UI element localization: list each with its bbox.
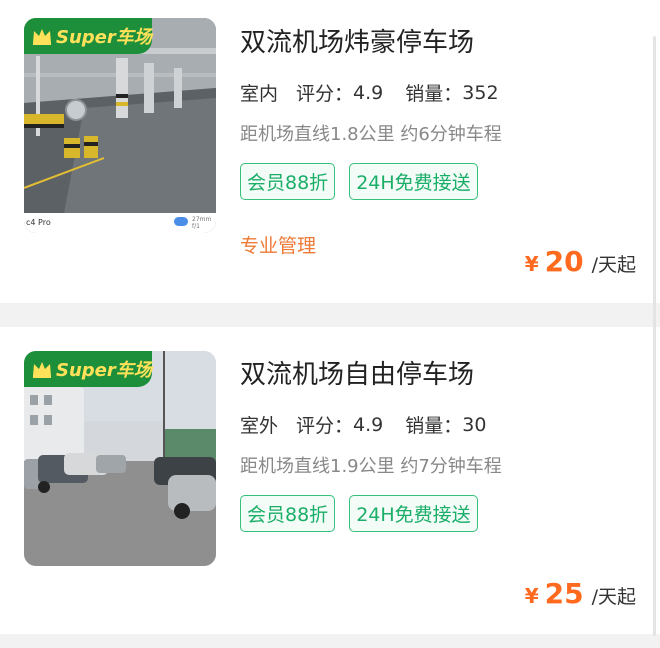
rating-value: 4.9 xyxy=(353,81,384,104)
badge-label: Super车场 xyxy=(56,27,152,48)
sales-value: 30 xyxy=(462,413,487,436)
sales-label: 销量： xyxy=(405,415,463,437)
crown-icon xyxy=(33,29,51,45)
parking-type-label: 室外 xyxy=(240,415,279,437)
super-parking-badge: Super车场 xyxy=(24,351,152,387)
badge-label: Super车场 xyxy=(56,360,152,381)
sales-value: 352 xyxy=(462,81,499,104)
tag-member-discount: 会员88折 xyxy=(240,163,336,200)
parking-type: 室内 xyxy=(239,79,283,108)
camera-logo-icon xyxy=(174,217,188,226)
camera-meta-text: 27mm f/1 xyxy=(192,216,212,230)
tag-list: 会员88折 24H免费接送 xyxy=(240,163,492,200)
distance-text: 距机场直线1.8公里 约6分钟车程 xyxy=(240,124,502,145)
parking-lot-photo[interactable]: Super车场 xyxy=(24,351,216,566)
management-note: 专业管理 xyxy=(240,235,317,257)
price-block: ¥ 20 /天起 xyxy=(525,245,636,278)
listing-title[interactable]: 双流机场自由停车场 xyxy=(240,354,474,391)
parking-lot-photo[interactable]: Super车场 c4 Pro 27mm f/1 xyxy=(24,18,216,233)
sales-label: 销量： xyxy=(405,83,463,105)
rating-label: 评分： xyxy=(296,415,354,437)
tag-free-shuttle: 24H免费接送 xyxy=(349,163,478,200)
crown-icon xyxy=(33,362,51,378)
parking-type-label: 室内 xyxy=(240,83,279,105)
camera-model-text: c4 Pro xyxy=(26,218,51,227)
listing-title[interactable]: 双流机场炜豪停车场 xyxy=(240,22,474,59)
price-unit: /天起 xyxy=(591,254,636,276)
listing-card[interactable]: Super车场 c4 Pro 27mm f/1 双流机场炜豪停车场 室内 评分：… xyxy=(0,0,660,303)
parking-type: 室外 xyxy=(239,411,283,440)
listing-meta-row: 室外 评分： 4.9 销量： 30 xyxy=(239,411,487,440)
super-parking-badge: Super车场 xyxy=(24,18,152,54)
rating-value: 4.9 xyxy=(353,413,384,436)
listing-meta-row: 室内 评分： 4.9 销量： 352 xyxy=(239,79,499,108)
photo-caption-strip: c4 Pro 27mm f/1 xyxy=(24,213,216,233)
price-amount: 20 xyxy=(544,245,584,278)
currency-symbol: ¥ xyxy=(524,252,539,276)
scrollbar[interactable] xyxy=(653,36,656,636)
rating-label: 评分： xyxy=(296,83,354,105)
